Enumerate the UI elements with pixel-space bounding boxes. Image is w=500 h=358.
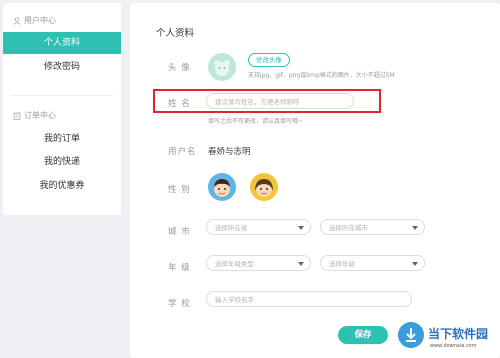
order-center-heading: 订单中心 (13, 110, 56, 121)
chevron-down-icon (412, 262, 418, 266)
sidebar-item-profile[interactable]: 个人资料 (3, 32, 121, 54)
order-icon (13, 112, 21, 120)
city-label: 城 市 (168, 227, 191, 237)
profile-panel: 个人资料 头 像 修改头像 支持jpg、gif、png或bmp格式的图片，大小不… (130, 3, 500, 358)
chevron-down-icon (412, 226, 418, 230)
save-button[interactable]: 保存 (338, 326, 388, 344)
avatar[interactable] (208, 53, 236, 81)
school-label: 学 校 (168, 299, 191, 309)
name-hint: 填写之后不可更改，请认真填写哦~ (208, 118, 304, 125)
school-input[interactable]: 输入学校名字 (206, 291, 412, 307)
sidebar: 用户中心 个人资料 修改密码 订单中心 我的订单 我的快递 我的优惠券 (3, 3, 121, 215)
grade-select-text: 选择年级 (329, 260, 355, 268)
city-select[interactable]: 选择所在城市 (320, 219, 425, 235)
sidebar-item-my-express[interactable]: 我的快递 (3, 151, 121, 173)
city-select-text: 选择所在城市 (329, 224, 368, 232)
province-select[interactable]: 选择所在省 (206, 219, 311, 235)
download-arrow-icon (406, 328, 416, 342)
watermark: 当下软件园 www.downxia.com (398, 320, 498, 356)
sidebar-item-change-password[interactable]: 修改密码 (3, 56, 121, 78)
gender-female-option[interactable] (250, 173, 278, 201)
chevron-down-icon (298, 262, 304, 266)
grade-type-select-text: 选择年级类型 (215, 260, 254, 268)
name-label: 姓 名 (168, 99, 191, 109)
grade-type-select[interactable]: 选择年级类型 (206, 255, 311, 271)
sidebar-divider (11, 95, 113, 96)
watermark-logo-icon (398, 322, 424, 348)
watermark-url: www.downxia.com (430, 343, 477, 349)
gender-label: 性 别 (168, 185, 191, 195)
username-label: 用户名 (168, 147, 197, 157)
grade-select[interactable]: 选择年级 (320, 255, 425, 271)
page-title: 个人资料 (156, 28, 195, 39)
grade-label: 年 级 (168, 263, 191, 273)
sidebar-item-my-orders[interactable]: 我的订单 (3, 128, 121, 150)
user-icon (13, 16, 21, 25)
girl-icon (255, 179, 273, 197)
gender-male-option[interactable] (208, 173, 236, 201)
name-input[interactable]: 建议填写姓名，方便老师称呼 (206, 93, 354, 109)
chevron-down-icon (298, 226, 304, 230)
avatar-placeholder-icon (214, 60, 230, 76)
province-select-text: 选择所在省 (215, 224, 248, 232)
boy-icon (214, 179, 230, 197)
username-value: 春娇与志明 (208, 147, 251, 157)
avatar-label: 头 像 (168, 63, 191, 73)
user-center-heading: 用户中心 (13, 15, 56, 26)
sidebar-item-my-coupons[interactable]: 我的优惠券 (3, 175, 121, 197)
watermark-text: 当下软件园 (428, 327, 489, 341)
change-avatar-button[interactable]: 修改头像 (248, 53, 290, 67)
avatar-hint: 支持jpg、gif、png或bmp格式的图片，大小不超过5M (248, 72, 395, 79)
